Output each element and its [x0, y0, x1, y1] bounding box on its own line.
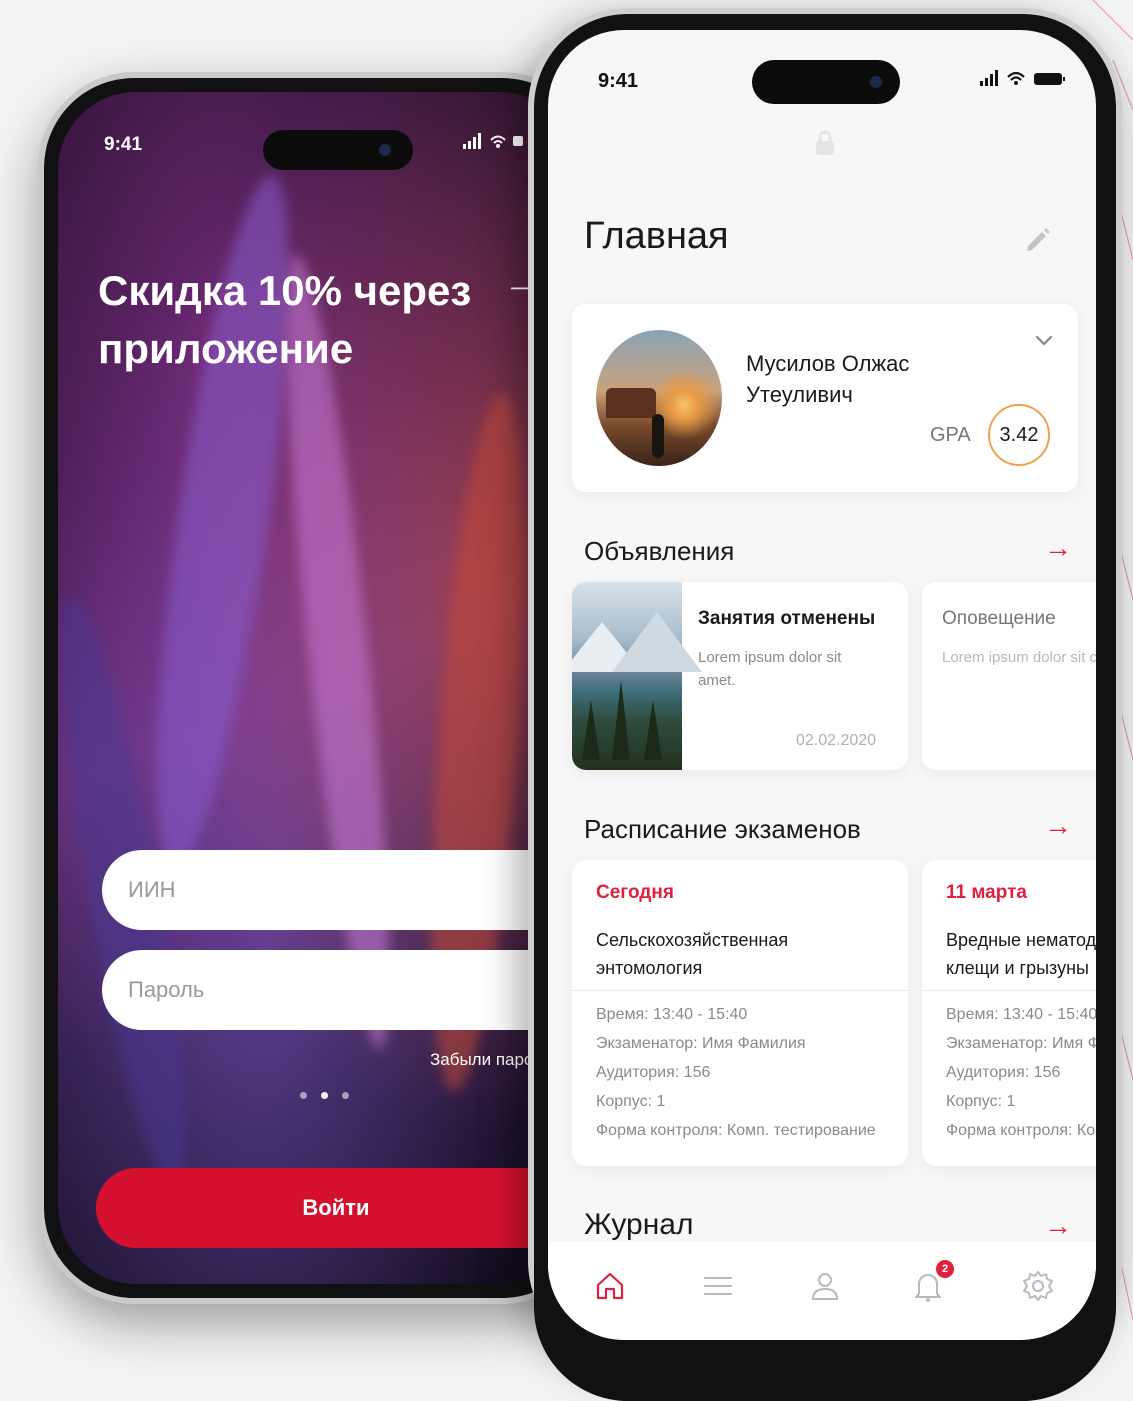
edit-icon[interactable] [1022, 224, 1052, 254]
exam-card[interactable]: 11 марта Вредные нематоды, клещи и грызу… [922, 860, 1096, 1166]
home-phone: 9:41 Главная Мусилов Олжас Утеуливич GPA… [528, 8, 1122, 1401]
password-input[interactable]: Пароль [102, 950, 578, 1030]
camera-icon [870, 76, 882, 88]
signal-wifi-icon [463, 133, 523, 149]
journal-title: Журнал [584, 1208, 694, 1241]
announcement-card[interactable]: Занятия отменены Lorem ipsum dolor sit a… [572, 582, 908, 770]
page-title: Главная [584, 215, 729, 257]
camera-icon [379, 144, 391, 156]
dynamic-island [263, 130, 413, 170]
status-time: 9:41 [104, 134, 143, 155]
exam-subject-line: Вредные нематоды, [946, 930, 1096, 950]
gpa-value: 3.42 [988, 404, 1050, 466]
announcement-title: Оповещение [942, 608, 1056, 629]
announcement-title: Занятия отменены [698, 608, 876, 629]
exam-time: Время: 13:40 - 15:40 [596, 1006, 748, 1023]
login-screen: 9:41 Скидка 10% через приложение → ИИН П… [58, 92, 578, 1284]
exam-examiner: Экзаменатор: Имя Фамилия [596, 1035, 806, 1052]
signal-wifi-battery-icon [980, 70, 1065, 86]
settings-icon[interactable] [1021, 1269, 1055, 1303]
tab-bar: 2 [548, 1242, 1096, 1340]
iin-input[interactable]: ИИН [102, 850, 578, 930]
gpa-label: GPA [930, 424, 971, 446]
announcement-card[interactable]: Оповещение Lorem ipsum dolor sit consect… [922, 582, 1096, 770]
announcements-title: Объявления [584, 536, 735, 566]
exam-details: Время: 13:40 - 15:40 Экзаменатор: Имя Фа… [946, 1000, 1096, 1145]
dynamic-island [752, 60, 900, 104]
announcement-image [572, 582, 702, 770]
tab-menu[interactable] [698, 1266, 738, 1306]
pager-dot[interactable] [342, 1092, 349, 1099]
announcement-body: Lorem ipsum dolor sit consectetur [942, 649, 1096, 666]
profile-icon[interactable] [808, 1269, 842, 1303]
pager-dots[interactable] [300, 1092, 349, 1099]
announcement-date: 02.02.2020 [796, 732, 877, 749]
chevron-down-icon[interactable] [1034, 334, 1054, 348]
exam-day: 11 марта [946, 882, 1027, 903]
exams-title: Расписание экзаменов [584, 814, 861, 844]
tab-profile[interactable] [805, 1266, 845, 1306]
journal-arrow[interactable]: → [1044, 1210, 1072, 1242]
home-screen: 9:41 Главная Мусилов Олжас Утеуливич GPA… [548, 30, 1096, 1340]
tab-home[interactable] [590, 1266, 630, 1306]
notification-badge: 2 [936, 1260, 954, 1278]
exam-time: Время: 13:40 - 15:40 [946, 1006, 1096, 1023]
exam-subject-line: Сельскохозяйственная [596, 930, 789, 950]
status-time: 9:41 [598, 70, 639, 92]
exam-subject: Сельскохозяйственная энтомология [596, 926, 788, 982]
exam-room: Аудитория: 156 [596, 1064, 711, 1081]
exam-form: Форма контроля: Комп. тестирование [946, 1122, 1096, 1139]
exam-building: Корпус: 1 [596, 1093, 666, 1110]
exam-subject: Вредные нематоды, клещи и грызуны [946, 926, 1096, 982]
profile-card[interactable]: Мусилов Олжас Утеуливич GPA 3.42 [572, 304, 1078, 492]
exam-details: Время: 13:40 - 15:40 Экзаменатор: Имя Фа… [596, 1000, 876, 1145]
exam-form: Форма контроля: Комп. тестирование [596, 1122, 876, 1139]
pager-dot[interactable] [300, 1092, 307, 1099]
exam-subject-line: клещи и грызуны [946, 958, 1089, 978]
exam-examiner: Экзаменатор: Имя Фамилия [946, 1035, 1096, 1052]
exam-subject-line: энтомология [596, 958, 703, 978]
divider [922, 990, 1096, 991]
status-icons [463, 132, 523, 155]
profile-name: Мусилов Олжас Утеуливич [746, 351, 910, 407]
announcement-body: Lorem ipsum dolor sit amet. [698, 649, 842, 689]
announcements-arrow[interactable]: → [1044, 532, 1072, 564]
login-button[interactable]: Войти [96, 1168, 576, 1248]
exams-arrow[interactable]: → [1044, 810, 1072, 842]
pager-dot-active[interactable] [321, 1092, 328, 1099]
lock-icon [816, 130, 834, 155]
home-icon[interactable] [593, 1269, 627, 1303]
status-icons [980, 68, 1070, 93]
phone-bezel: 9:41 Скидка 10% через приложение → ИИН П… [44, 78, 592, 1298]
divider [572, 990, 908, 991]
menu-icon[interactable] [701, 1269, 735, 1303]
exam-day: Сегодня [596, 882, 674, 903]
promo-title: Скидка 10% через приложение [98, 267, 472, 372]
exam-room: Аудитория: 156 [946, 1064, 1061, 1081]
tab-notifications[interactable]: 2 [908, 1260, 954, 1306]
avatar [596, 330, 722, 466]
exam-card[interactable]: Сегодня Сельскохозяйственная энтомология… [572, 860, 908, 1166]
exam-building: Корпус: 1 [946, 1093, 1016, 1110]
login-phone: 9:41 Скидка 10% через приложение → ИИН П… [38, 72, 598, 1304]
tab-settings[interactable] [1018, 1266, 1058, 1306]
